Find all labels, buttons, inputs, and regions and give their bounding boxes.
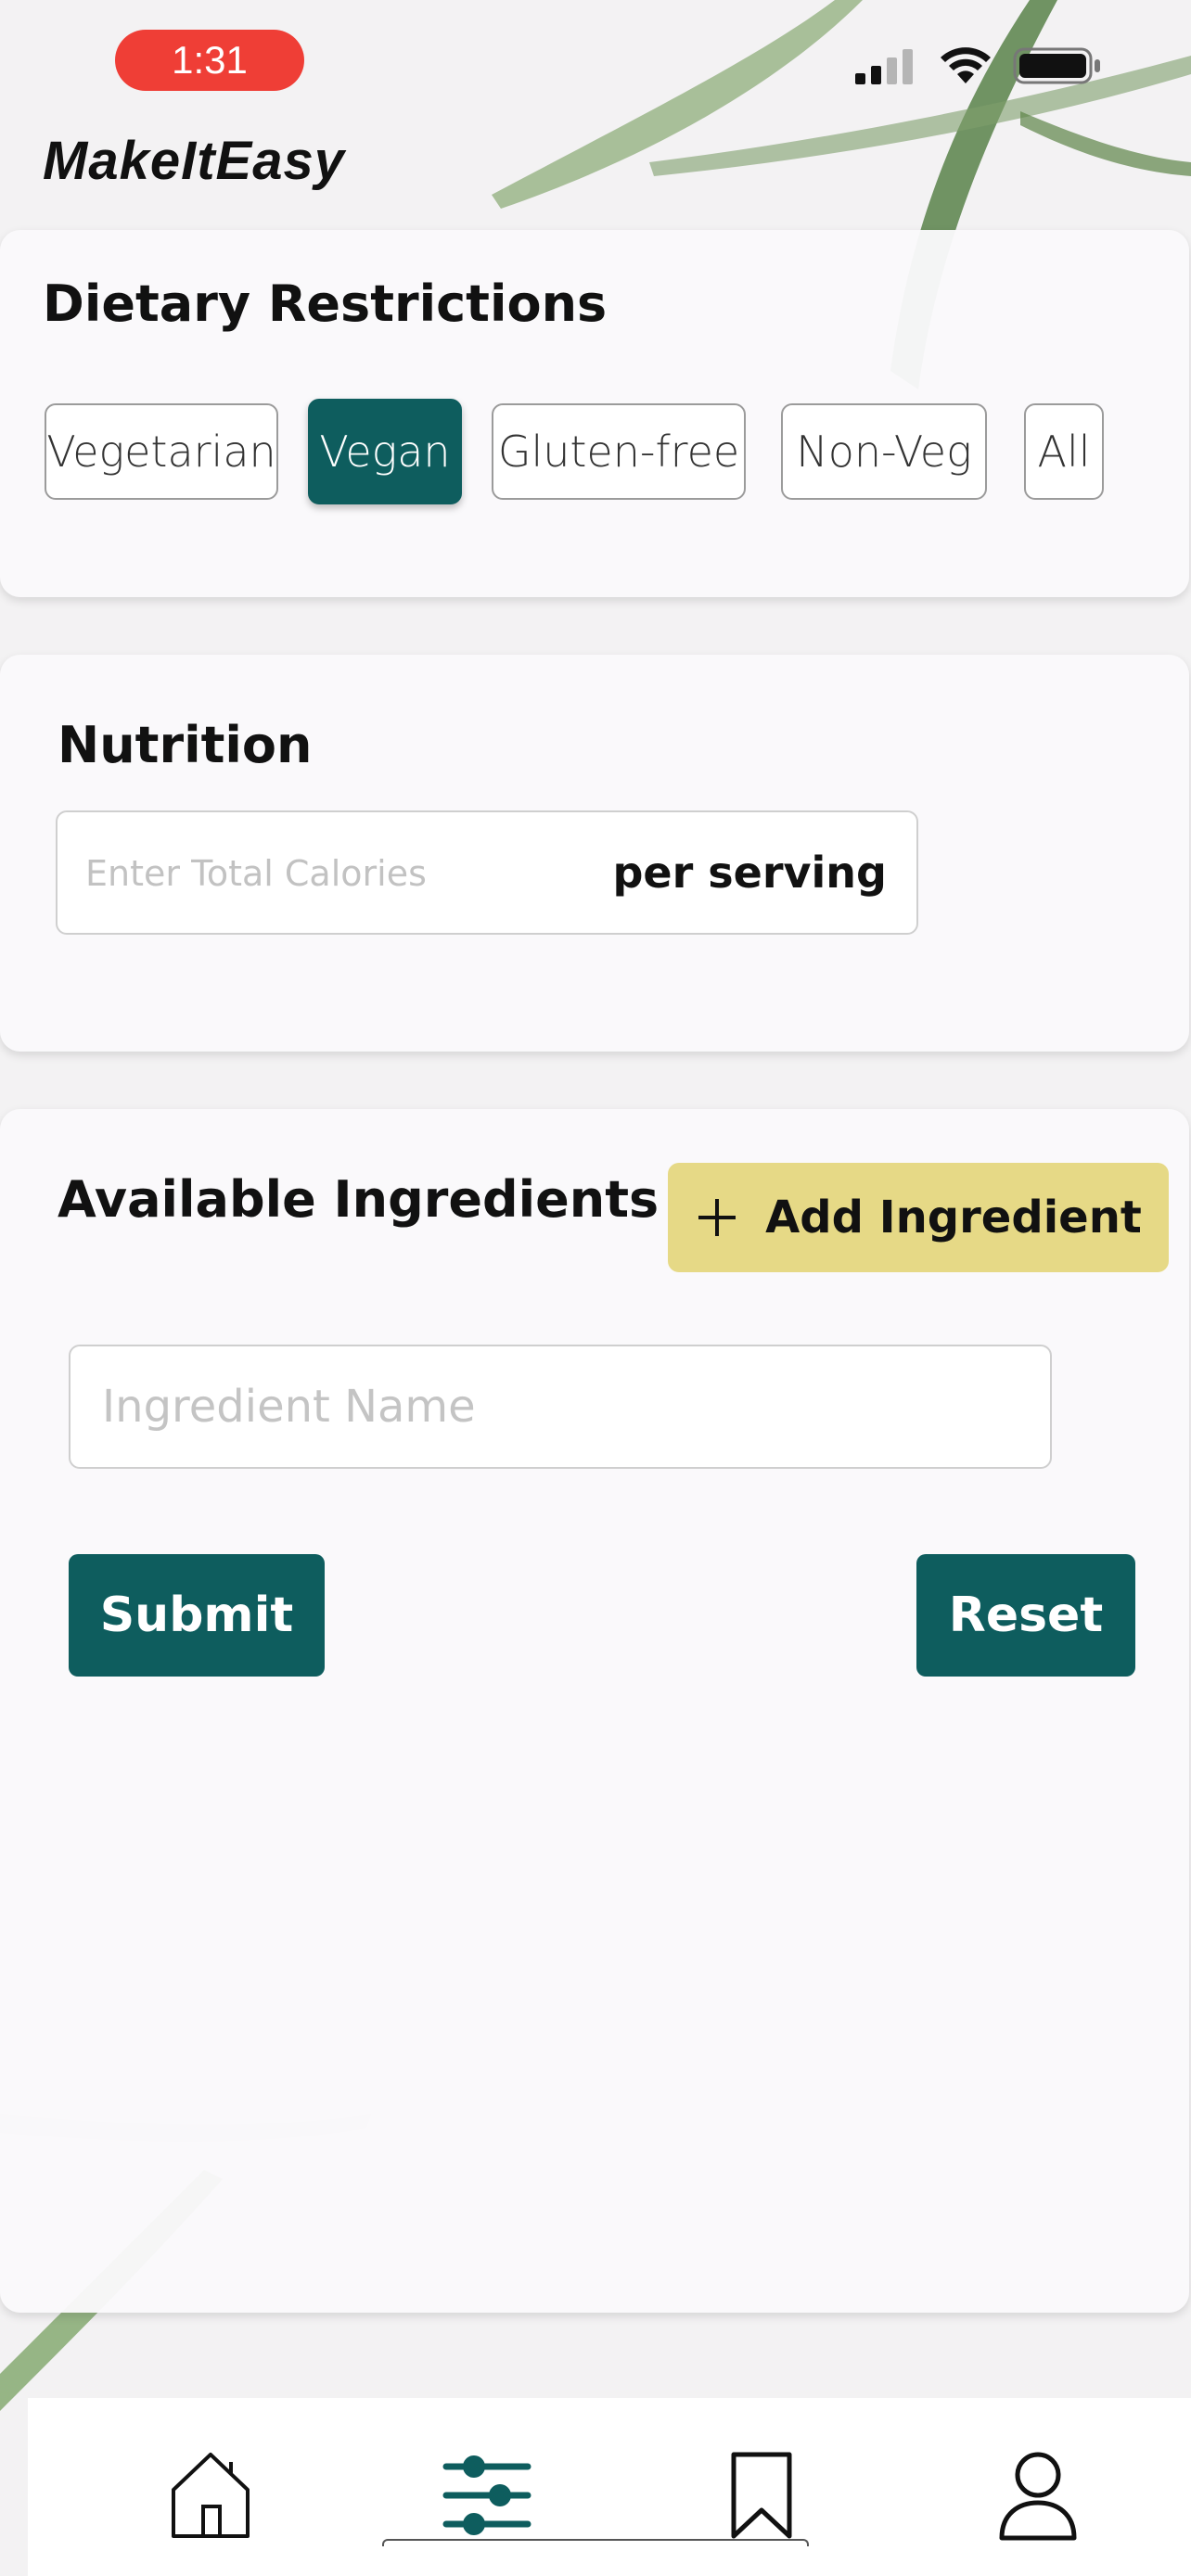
bookmark-icon [731, 2452, 792, 2539]
status-bar: 1:31 [0, 0, 1191, 130]
wifi-icon [941, 47, 991, 83]
home-icon [172, 2453, 250, 2538]
reset-button[interactable]: Reset [916, 1554, 1135, 1677]
diet-chip-all[interactable]: All [1024, 403, 1104, 500]
nav-saved[interactable] [711, 2444, 813, 2546]
status-icons [853, 46, 1102, 85]
add-ingredient-label: Add Ingredient [765, 1192, 1142, 1243]
nav-filters[interactable] [436, 2444, 538, 2546]
home-indicator [382, 2539, 809, 2546]
nutrition-card: Nutrition per serving [0, 655, 1189, 1052]
filter-sliders-icon [442, 2455, 531, 2535]
battery-icon [1013, 47, 1100, 84]
bottom-nav [28, 2398, 1191, 2576]
ingredients-card: Available Ingredients Add Ingredient Sub… [0, 1109, 1189, 2313]
diet-chip-vegetarian[interactable]: Vegetarian [45, 403, 278, 500]
nutrition-title: Nutrition [58, 716, 313, 774]
nav-profile[interactable] [987, 2444, 1089, 2546]
cellular-signal-icon [855, 49, 913, 84]
dietary-restrictions-card: Dietary Restrictions Vegetarian Vegan Gl… [0, 230, 1189, 597]
nav-home[interactable] [160, 2444, 262, 2546]
calories-input[interactable] [85, 846, 605, 901]
calories-field: per serving [56, 810, 918, 935]
diet-chip-non-veg[interactable]: Non-Veg [781, 403, 987, 500]
ingredient-name-input[interactable] [69, 1345, 1052, 1469]
submit-button[interactable]: Submit [69, 1554, 325, 1677]
plus-icon [698, 1199, 736, 1236]
app-title: MakeItEasy [43, 131, 345, 191]
per-serving-label: per serving [612, 848, 887, 898]
diet-chip-gluten-free[interactable]: Gluten-free [492, 403, 746, 500]
diet-chip-vegan[interactable]: Vegan [308, 399, 462, 504]
profile-icon [999, 2452, 1077, 2541]
dietary-restrictions-title: Dietary Restrictions [43, 274, 608, 333]
add-ingredient-button[interactable]: Add Ingredient [668, 1163, 1169, 1272]
ingredients-title: Available Ingredients [58, 1170, 660, 1229]
status-time: 1:31 [115, 30, 304, 91]
